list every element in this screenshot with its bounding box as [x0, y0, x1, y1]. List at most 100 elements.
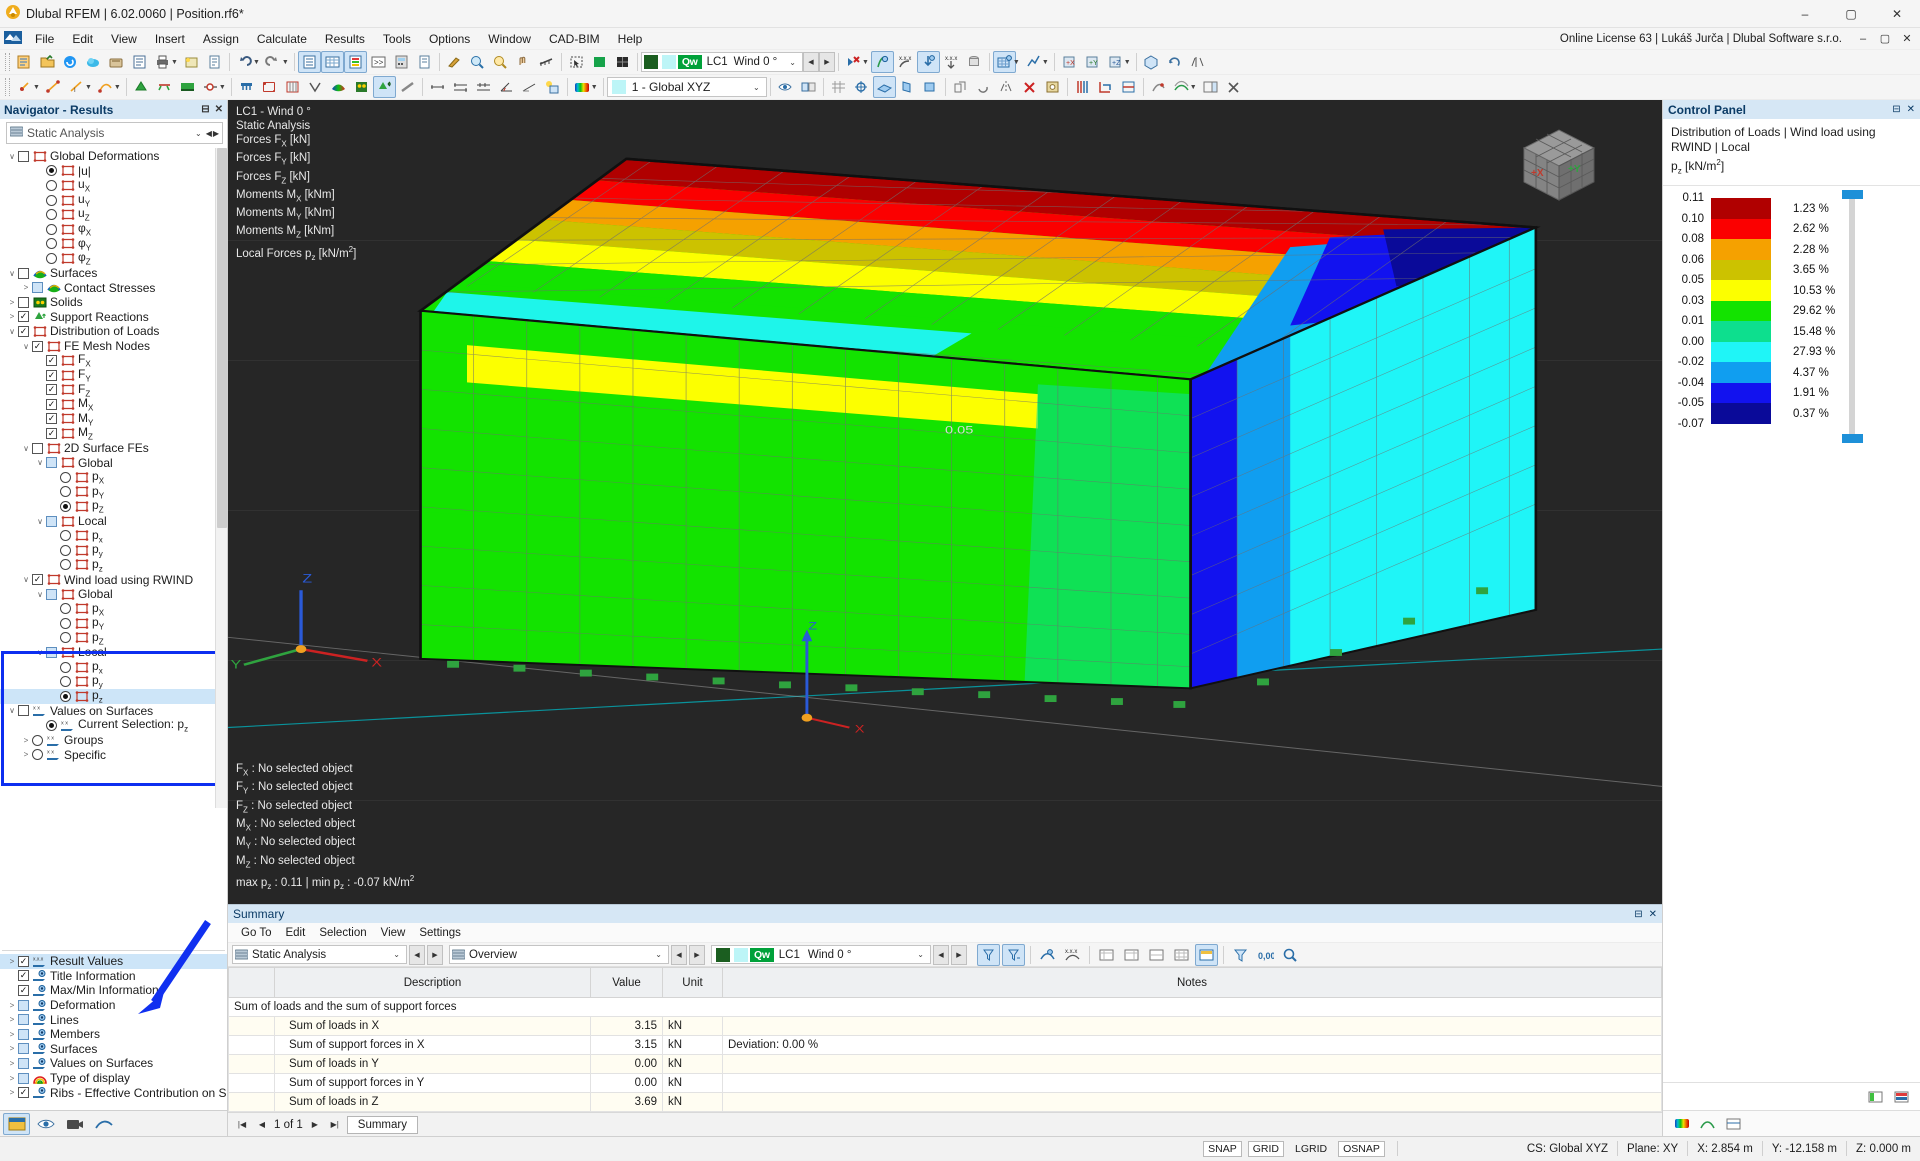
- summary-menu-selection[interactable]: Selection: [312, 926, 373, 940]
- mesh-object-icon[interactable]: [281, 76, 304, 98]
- tree-item-u[interactable]: uX: [0, 178, 227, 193]
- chevron-down-icon[interactable]: ∨: [20, 575, 32, 584]
- navigator-tab-display-icon[interactable]: [32, 1113, 59, 1135]
- navigator-analysis-caret-icon[interactable]: ⌄: [191, 129, 206, 138]
- summary-lc-caret-icon[interactable]: ⌄: [911, 950, 930, 959]
- tree-item-members[interactable]: >Members: [0, 1027, 227, 1042]
- checkbox[interactable]: [18, 1043, 29, 1054]
- clipping-plane-icon[interactable]: [1094, 76, 1117, 98]
- edit-sections-icon[interactable]: [443, 51, 466, 73]
- result-values-xxx-icon[interactable]: x.x.x: [894, 51, 917, 73]
- checkbox[interactable]: [18, 1029, 29, 1040]
- dimension-h-icon[interactable]: [426, 76, 449, 98]
- calculate-icon[interactable]: [390, 51, 413, 73]
- summary-analysis-caret-icon[interactable]: ⌄: [387, 950, 406, 959]
- radio-button[interactable]: [60, 662, 71, 673]
- summary-table-prev[interactable]: ◀: [671, 945, 687, 965]
- toolbar-grip[interactable]: [5, 53, 10, 71]
- navigator-pin-icon[interactable]: ⊟: [201, 104, 209, 115]
- select-objects-icon[interactable]: [565, 51, 588, 73]
- table-row[interactable]: Sum of loads in Y0.00kN: [229, 1055, 1662, 1074]
- tree-item-[interactable]: φX: [0, 222, 227, 237]
- osnap-toggle[interactable]: OSNAP: [1338, 1141, 1385, 1157]
- display-options-tree[interactable]: >✓x.x.xResult Values✓Title Information✓M…: [0, 954, 227, 1110]
- legend-slider-top-knob[interactable]: [1842, 190, 1863, 199]
- checkbox[interactable]: [18, 1014, 29, 1025]
- new-report-icon[interactable]: [203, 51, 226, 73]
- radio-button[interactable]: [46, 224, 57, 235]
- navigator-tab-data-icon[interactable]: [3, 1113, 30, 1135]
- tables-icon[interactable]: [321, 51, 344, 73]
- load-case-dropdown-caret-icon[interactable]: ⌄: [783, 58, 802, 67]
- summary-close-icon[interactable]: ✕: [1649, 909, 1657, 920]
- checkbox[interactable]: [18, 297, 29, 308]
- checkbox[interactable]: [18, 268, 29, 279]
- checkbox[interactable]: ✓: [18, 1087, 29, 1098]
- checkbox[interactable]: [18, 1000, 29, 1011]
- tree-item-wind-load-using-rwind[interactable]: ∨✓Wind load using RWIND: [0, 572, 227, 587]
- checkbox[interactable]: ✓: [46, 399, 57, 410]
- tree-item-type-of-display[interactable]: >Type of display: [0, 1071, 227, 1086]
- tree-item-p[interactable]: pZ: [0, 499, 227, 514]
- menu-cad-bim[interactable]: CAD-BIM: [540, 30, 609, 48]
- tree-item-support-reactions[interactable]: >✓Support Reactions: [0, 310, 227, 325]
- chevron-right-icon[interactable]: >: [6, 1015, 18, 1024]
- document-restore-button[interactable]: ▢: [1874, 32, 1896, 45]
- checkbox[interactable]: [46, 457, 57, 468]
- chevron-right-icon[interactable]: >: [20, 736, 32, 745]
- tree-item-m[interactable]: ✓MX: [0, 397, 227, 412]
- copy-object-icon[interactable]: [949, 76, 972, 98]
- menu-edit[interactable]: Edit: [63, 30, 102, 48]
- radio-button[interactable]: [46, 195, 57, 206]
- chevron-down-icon[interactable]: ∨: [6, 152, 18, 161]
- tree-item-m[interactable]: ✓MZ: [0, 426, 227, 441]
- checkbox[interactable]: ✓: [18, 985, 29, 996]
- tree-item-f[interactable]: ✓FZ: [0, 383, 227, 398]
- dimension-multi-icon[interactable]: [472, 76, 495, 98]
- summary-menu-edit[interactable]: Edit: [278, 926, 312, 940]
- menu-options[interactable]: Options: [420, 30, 479, 48]
- line-support-icon[interactable]: [153, 76, 176, 98]
- show-results-icon[interactable]: [871, 51, 894, 73]
- radio-button[interactable]: [32, 735, 43, 746]
- node-snap-caret-icon[interactable]: ▼: [33, 84, 40, 91]
- tree-item-u[interactable]: uZ: [0, 207, 227, 222]
- tree-item-solids[interactable]: >Solids: [0, 295, 227, 310]
- clear-results-caret-icon[interactable]: ▼: [862, 59, 869, 66]
- menu-window[interactable]: Window: [479, 30, 540, 48]
- table-layout-icon[interactable]: [1145, 944, 1168, 966]
- checkbox[interactable]: [18, 1058, 29, 1069]
- sun-rendering-icon[interactable]: [541, 76, 564, 98]
- document-minimize-button[interactable]: –: [1852, 33, 1874, 45]
- tree-item-specific[interactable]: >x xSpecific: [0, 747, 227, 762]
- chevron-down-icon[interactable]: ∨: [34, 590, 46, 599]
- summary-load-case-combo[interactable]: Qw LC1 Wind 0 ° ⌄: [711, 945, 931, 964]
- checkbox[interactable]: ✓: [18, 311, 29, 322]
- tree-item-p[interactable]: pY: [0, 616, 227, 631]
- page-last-button[interactable]: ▶|: [327, 1120, 343, 1129]
- work-plane-xy-icon[interactable]: [873, 76, 896, 98]
- menu-file[interactable]: File: [26, 30, 63, 48]
- tree-item-p[interactable]: py: [0, 674, 227, 689]
- open-model-icon[interactable]: [36, 51, 59, 73]
- visibility-icon[interactable]: [774, 76, 797, 98]
- color-scale-caret-icon[interactable]: ▼: [591, 84, 598, 91]
- undo-dropdown-caret-icon[interactable]: ▼: [253, 59, 260, 66]
- cloud-model-icon[interactable]: [82, 51, 105, 73]
- tree-item-current-selection-p[interactable]: x xCurrent Selection: pz: [0, 718, 227, 733]
- tree-item-lines[interactable]: >Lines: [0, 1012, 227, 1027]
- radio-button[interactable]: [60, 632, 71, 643]
- chevron-right-icon[interactable]: >: [6, 312, 18, 321]
- snap-toggle[interactable]: SNAP: [1203, 1141, 1242, 1157]
- render-solid-icon[interactable]: [588, 51, 611, 73]
- navigator-scrollbar[interactable]: [215, 148, 227, 808]
- rotate-view-icon[interactable]: [1163, 51, 1186, 73]
- navigator-analysis-combo[interactable]: Static Analysis ⌄ ◀ ▶: [6, 122, 223, 144]
- summary-table-caret-icon[interactable]: ⌄: [649, 950, 668, 959]
- magnifier-plus-icon[interactable]: [466, 51, 489, 73]
- page-prev-button[interactable]: ◀: [254, 1120, 270, 1129]
- view-selector-caret-icon[interactable]: ⌄: [747, 83, 766, 92]
- refresh-icon[interactable]: [59, 51, 82, 73]
- tree-item-global[interactable]: ∨Global: [0, 455, 227, 470]
- tree-item-values-on-surfaces[interactable]: >Values on Surfaces: [0, 1056, 227, 1071]
